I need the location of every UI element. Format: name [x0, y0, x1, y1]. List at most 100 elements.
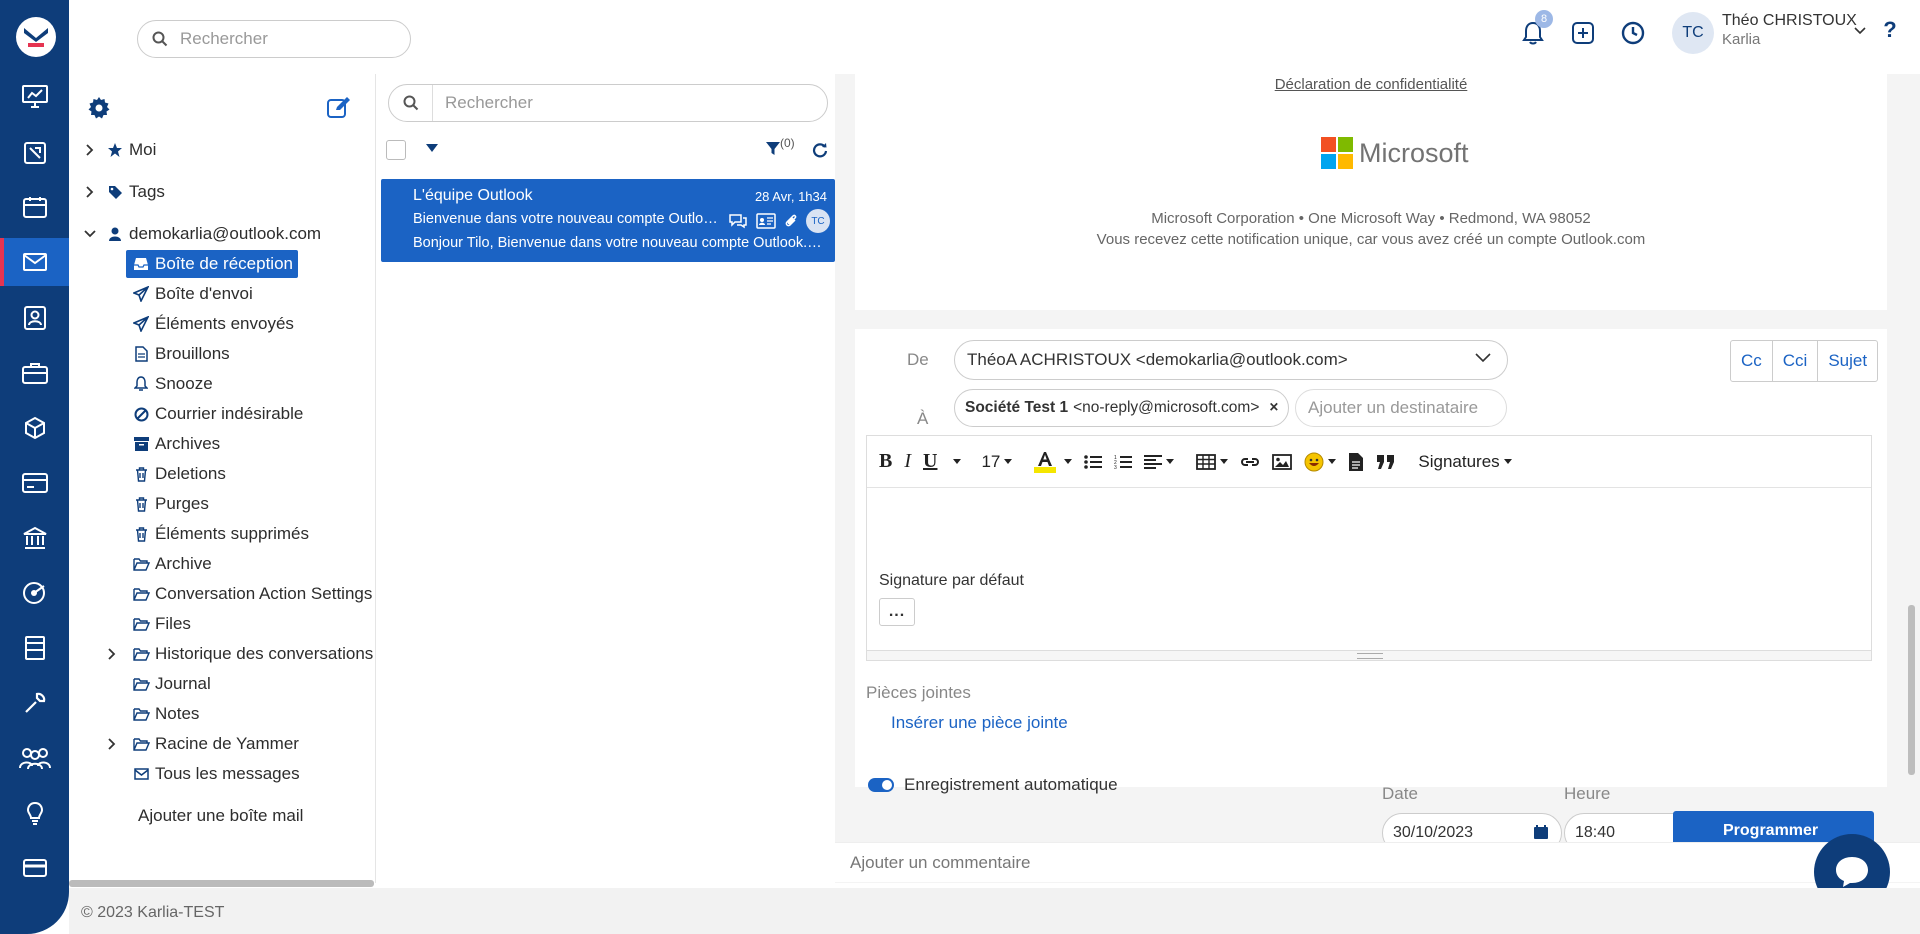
insert-attachment-link[interactable]: Insérer une pièce jointe: [891, 713, 1068, 733]
chevron-right-icon[interactable]: [108, 648, 116, 660]
global-search-input[interactable]: [180, 29, 400, 49]
link-icon[interactable]: [1240, 447, 1260, 477]
calendar-icon[interactable]: [1533, 824, 1549, 840]
rail-tasks-icon[interactable]: [0, 129, 69, 177]
settings-gear-icon[interactable]: [87, 96, 111, 120]
folder-item-label: Courrier indésirable: [155, 404, 304, 423]
rail-mail-icon[interactable]: [0, 238, 69, 286]
folder-item[interactable]: Journal: [131, 670, 211, 698]
folder-item[interactable]: Tous les messages: [131, 760, 300, 788]
folder-item[interactable]: Éléments envoyés: [131, 310, 294, 338]
add-icon[interactable]: [1568, 18, 1598, 48]
comment-bar[interactable]: Ajouter un commentaire: [835, 842, 1920, 882]
folder-scrollbar[interactable]: [69, 880, 374, 887]
numbered-list-icon[interactable]: 123: [1114, 447, 1133, 477]
editor-resize-handle[interactable]: [867, 650, 1871, 660]
subject-button[interactable]: Sujet: [1817, 341, 1877, 381]
chevron-down-icon[interactable]: [1845, 16, 1875, 46]
align-dropdown[interactable]: [1144, 447, 1175, 477]
refresh-icon[interactable]: [812, 142, 828, 158]
emoji-dropdown[interactable]: [1304, 447, 1337, 477]
folder-group[interactable]: demokarlia@outlook.com: [81, 220, 321, 248]
folder-item[interactable]: Snooze: [131, 370, 213, 398]
rail-dashboard-icon[interactable]: [0, 73, 69, 121]
add-mailbox-link[interactable]: Ajouter une boîte mail: [138, 802, 303, 830]
rail-tools-icon[interactable]: [0, 679, 69, 727]
folder-item[interactable]: Archives: [131, 430, 220, 458]
rail-briefcase-icon[interactable]: [0, 349, 69, 397]
filter-button[interactable]: (0): [766, 136, 795, 156]
rail-bank-icon[interactable]: [0, 514, 69, 562]
autosave-toggle[interactable]: [868, 778, 894, 792]
compose-icon[interactable]: [327, 96, 351, 118]
folder-item[interactable]: Archive: [131, 550, 212, 578]
document-icon[interactable]: [1348, 447, 1364, 477]
signatures-dropdown[interactable]: Signatures: [1418, 447, 1512, 477]
quote-icon[interactable]: [1376, 447, 1396, 477]
rail-billing-icon[interactable]: [0, 459, 69, 507]
message-search[interactable]: [388, 84, 828, 122]
rail-calendar-icon[interactable]: [0, 183, 69, 231]
rail-support-icon[interactable]: [0, 569, 69, 617]
select-all-checkbox[interactable]: [386, 140, 406, 160]
rail-ideas-icon[interactable]: [0, 789, 69, 837]
italic-button[interactable]: I: [904, 447, 911, 477]
message-editor[interactable]: B I U 17 123 Signatures Signature par dé…: [866, 435, 1872, 661]
recipient-chip[interactable]: Société Test 1 <no-reply@microsoft.com> …: [954, 389, 1290, 427]
cc-button[interactable]: Cc: [1731, 341, 1772, 381]
folder-item[interactable]: Deletions: [131, 460, 226, 488]
user-name[interactable]: Théo CHRISTOUX: [1722, 12, 1857, 30]
cci-button[interactable]: Cci: [1771, 341, 1818, 381]
folder-item[interactable]: Files: [131, 610, 191, 638]
mail-icon: [22, 253, 47, 271]
text-style-dropdown[interactable]: [949, 447, 962, 477]
font-size-dropdown[interactable]: 17: [981, 447, 1013, 477]
chevron-right-icon[interactable]: [81, 186, 99, 198]
folder-item[interactable]: Conversation Action Settings: [131, 580, 372, 608]
message-search-input[interactable]: [445, 93, 805, 113]
show-more-button[interactable]: ...: [879, 598, 915, 626]
folder-group[interactable]: Tags: [81, 178, 165, 206]
rail-contacts-icon[interactable]: [0, 294, 69, 342]
help-icon[interactable]: ?: [1875, 15, 1905, 45]
rail-payment-icon[interactable]: [0, 844, 69, 892]
select-menu-caret-icon[interactable]: [426, 144, 438, 152]
table-dropdown[interactable]: [1196, 447, 1229, 477]
message-item[interactable]: L'équipe Outlook 28 Avr, 1h34 Bienvenue …: [381, 179, 835, 262]
bullet-list-icon[interactable]: [1084, 447, 1103, 477]
message-preview: Bonjour Tilo, Bienvenue dans votre nouve…: [413, 235, 823, 251]
rail-team-icon[interactable]: [0, 734, 69, 782]
folder-item[interactable]: Courrier indésirable: [131, 400, 303, 428]
folder-item[interactable]: Boîte d'envoi: [131, 280, 253, 308]
folder-item[interactable]: Purges: [131, 490, 209, 518]
folder-item-label: Racine de Yammer: [155, 734, 299, 753]
rail-products-icon[interactable]: [0, 404, 69, 452]
add-recipient-input[interactable]: [1295, 389, 1507, 427]
chevron-right-icon[interactable]: [108, 738, 116, 750]
folder-item[interactable]: Éléments supprimés: [131, 520, 309, 548]
underline-button[interactable]: U: [923, 447, 937, 477]
schedule-label: Programmer: [1723, 822, 1819, 839]
chevron-right-icon[interactable]: [81, 144, 99, 156]
rail-documents-icon[interactable]: [0, 624, 69, 672]
folder-group[interactable]: Moi: [81, 136, 156, 164]
tools-icon: [24, 692, 45, 713]
image-icon[interactable]: [1272, 447, 1293, 477]
folder-item[interactable]: Notes: [131, 700, 199, 728]
clock-icon[interactable]: [1618, 18, 1648, 48]
folder-item[interactable]: Boîte de réception: [126, 250, 298, 278]
chevron-down-icon[interactable]: [81, 230, 99, 238]
global-search[interactable]: [137, 20, 411, 58]
from-select[interactable]: ThéoA ACHRISTOUX <demokarlia@outlook.com…: [954, 340, 1508, 380]
folder-item[interactable]: Racine de Yammer: [131, 730, 299, 758]
karlia-logo-icon[interactable]: [16, 17, 56, 57]
remove-recipient-icon[interactable]: ×: [1269, 399, 1278, 417]
highlight-color-button[interactable]: [1034, 447, 1073, 477]
privacy-link[interactable]: Déclaration de confidentialité: [855, 76, 1887, 93]
folder-item[interactable]: Brouillons: [131, 340, 230, 368]
folder-item[interactable]: Historique des conversations: [131, 640, 373, 668]
search-icon[interactable]: [389, 85, 433, 121]
bold-button[interactable]: B: [879, 447, 892, 477]
reading-pane-scrollbar[interactable]: [1908, 605, 1915, 775]
user-avatar[interactable]: TC: [1672, 12, 1714, 54]
